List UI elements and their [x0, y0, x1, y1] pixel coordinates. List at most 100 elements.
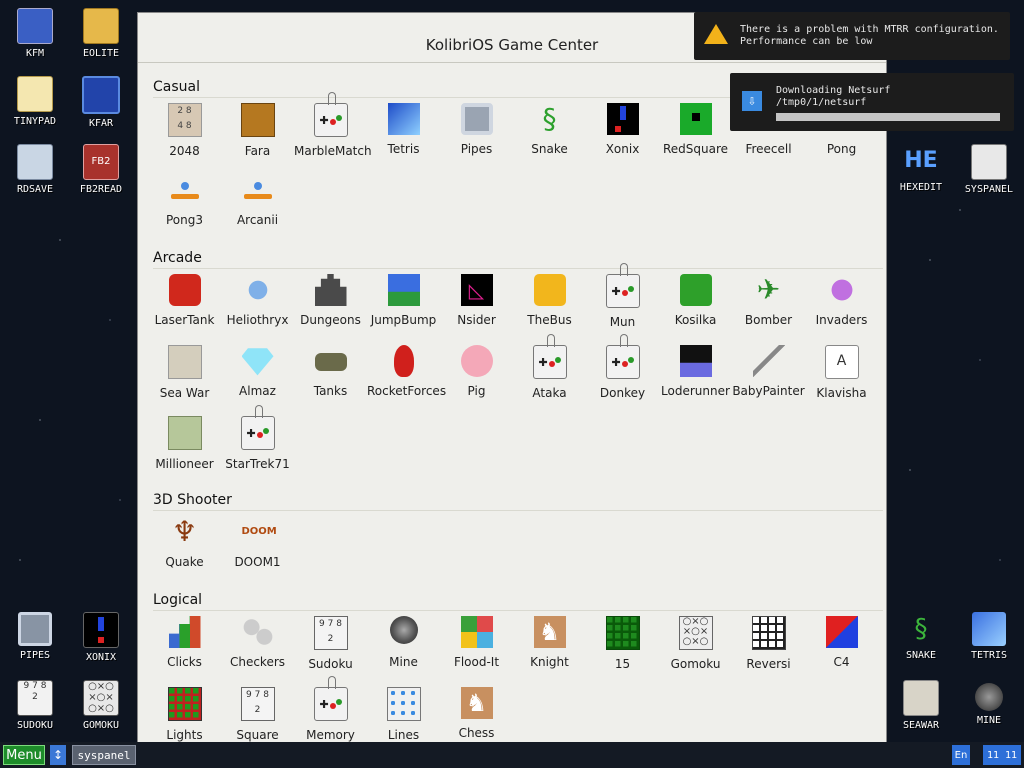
2048-icon: 2 84 8: [167, 103, 202, 137]
tetris-icon: [387, 103, 420, 135]
app-reversi[interactable]: Reversi: [732, 616, 805, 671]
app-clicks[interactable]: Clicks: [148, 616, 221, 669]
desktop-icon-hexedit[interactable]: HE HEXEDIT: [886, 144, 956, 193]
app-memory[interactable]: ✚ Memory: [294, 676, 367, 742]
app-donkey[interactable]: ✚ Donkey: [586, 334, 659, 400]
desktop-icon-kfar[interactable]: KFAR: [66, 76, 136, 129]
app-2048[interactable]: 2 84 8 2048: [148, 103, 221, 158]
app-loderunner[interactable]: Loderunner: [659, 345, 732, 398]
pharaoh-icon: [240, 103, 275, 137]
taskbar-item-syspanel[interactable]: syspanel: [72, 745, 136, 765]
app-kosilka[interactable]: Kosilka: [659, 274, 732, 327]
app-dungeons[interactable]: Dungeons: [294, 274, 367, 327]
app-label: JumpBump: [370, 313, 437, 327]
app-label: Bomber: [744, 313, 793, 327]
app-ataka[interactable]: ✚ Ataka: [513, 334, 586, 400]
checkers-icon: [241, 616, 274, 648]
download-notification[interactable]: ⇩ Downloading Netsurf /tmp0/1/netsurf: [730, 73, 1014, 131]
desktop-icon-kfm[interactable]: KFM: [0, 8, 70, 59]
app-babypainter[interactable]: BabyPainter: [732, 345, 805, 398]
tank-icon: [168, 274, 201, 306]
app-label: Fara: [244, 144, 271, 158]
app-mun[interactable]: ✚ Mun: [586, 263, 659, 329]
lawnmower-icon: [679, 274, 712, 306]
app-startrek71[interactable]: ✚ StarTrek71: [221, 405, 294, 471]
app-tetris[interactable]: Tetris: [367, 103, 440, 156]
desktop-icon-label: KFM: [25, 48, 45, 59]
app-millioneer[interactable]: Millioneer: [148, 416, 221, 471]
file-manager-icon: [82, 76, 120, 114]
desktop-icon-pipes[interactable]: PIPES: [0, 612, 70, 661]
app-redsquare[interactable]: RedSquare: [659, 103, 732, 156]
desktop-icon-tetris[interactable]: TETRIS: [954, 612, 1024, 661]
desktop-icon-label: SEAWAR: [902, 720, 940, 731]
app-invaders[interactable]: Invaders: [805, 274, 878, 327]
app-arcanii[interactable]: Arcanii: [221, 174, 294, 227]
menu-button[interactable]: Menu: [3, 745, 45, 765]
app-label: Donkey: [599, 386, 646, 400]
desktop-icon-mine[interactable]: MINE: [954, 680, 1024, 726]
red-square-icon: [679, 103, 712, 135]
app-thebus[interactable]: TheBus: [513, 274, 586, 327]
desktop-icon-label: SNAKE: [905, 650, 937, 661]
mtrr-warning-notification[interactable]: There is a problem with MTRR configurati…: [694, 12, 1010, 60]
app-klavisha[interactable]: A Klavisha: [805, 345, 878, 400]
app-quake[interactable]: ♆ Quake: [148, 516, 221, 569]
switch-button[interactable]: ↕: [50, 745, 66, 765]
desktop-icon-rdsave[interactable]: RDSAVE: [0, 144, 70, 195]
app-15[interactable]: 15: [586, 616, 659, 671]
app-label: Square: [236, 728, 279, 742]
app-lines[interactable]: Lines: [367, 687, 440, 742]
app-mine[interactable]: Mine: [367, 616, 440, 669]
app-label: RocketForces: [367, 384, 447, 398]
folder-icon: [83, 8, 119, 44]
desktop-icon-gomoku[interactable]: ○×○ ×○× ○×○ GOMOKU: [66, 680, 136, 731]
app-rocketforces[interactable]: RocketForces: [367, 345, 447, 398]
desktop-icon-eolite[interactable]: EOLITE: [66, 8, 136, 59]
app-jumpbump[interactable]: JumpBump: [367, 274, 440, 327]
app-marblematch[interactable]: ✚ MarbleMatch: [294, 92, 372, 158]
app-chess[interactable]: ♞ Chess: [440, 687, 513, 740]
desktop-icon-label: MINE: [976, 715, 1002, 726]
app-knight[interactable]: ♞ Knight: [513, 616, 586, 669]
app-fara[interactable]: Fara: [221, 103, 294, 158]
castle-icon: [314, 274, 347, 306]
app-label: Ataka: [532, 386, 567, 400]
app-snake[interactable]: § Snake: [513, 103, 586, 156]
desktop-icon-xonix[interactable]: XONIX: [66, 612, 136, 663]
app-square[interactable]: 9 7 8 2 Square: [221, 687, 294, 742]
app-xonix[interactable]: Xonix: [586, 103, 659, 156]
app-label: RedSquare: [662, 142, 729, 156]
app-c4[interactable]: C4: [805, 616, 878, 669]
app-pipes[interactable]: Pipes: [440, 103, 513, 156]
sudoku-icon: 9 7 82: [313, 616, 348, 650]
xonix-icon: [606, 103, 639, 135]
app-lasertank[interactable]: LaserTank: [148, 274, 221, 327]
app-checkers[interactable]: Checkers: [221, 616, 294, 669]
desktop-icon-seawar[interactable]: SEAWAR: [886, 680, 956, 731]
app-doom1[interactable]: DOOM DOOM1: [221, 516, 294, 569]
app-nsider[interactable]: ◺ Nsider: [440, 274, 513, 327]
desktop-icon-fb2read[interactable]: FB2 FB2READ: [66, 144, 136, 195]
app-gomoku[interactable]: ○×○ ×○× ○×○ Gomoku: [659, 616, 732, 671]
app-pig[interactable]: Pig: [440, 345, 513, 398]
language-indicator[interactable]: En: [952, 745, 970, 765]
app-lights[interactable]: Lights: [148, 687, 221, 742]
app-seawar[interactable]: Sea War: [148, 345, 221, 400]
app-sudoku[interactable]: 9 7 8 2 Sudoku: [294, 616, 367, 671]
gomoku-icon: ○×○ ×○× ○×○: [83, 680, 119, 716]
app-label: Pig: [467, 384, 486, 398]
app-heliothryx[interactable]: Heliothryx: [221, 274, 294, 327]
desktop-icon-syspanel[interactable]: SYSPANEL: [954, 144, 1024, 195]
app-label: Invaders: [815, 313, 868, 327]
app-tanks[interactable]: Tanks: [294, 345, 367, 398]
app-pong3[interactable]: Pong3: [148, 174, 221, 227]
desktop-icon-snake[interactable]: § SNAKE: [886, 612, 956, 661]
desktop-icon-sudoku[interactable]: 9 7 82 SUDOKU: [0, 680, 70, 731]
app-almaz[interactable]: Almaz: [221, 345, 294, 398]
connect-four-icon: [825, 616, 858, 648]
app-bomber[interactable]: ✈ Bomber: [732, 274, 805, 327]
desktop-icon-tinypad[interactable]: TINYPAD: [0, 76, 70, 127]
app-flood-it[interactable]: Flood-It: [440, 616, 513, 669]
download-icon: ⇩: [742, 91, 762, 111]
